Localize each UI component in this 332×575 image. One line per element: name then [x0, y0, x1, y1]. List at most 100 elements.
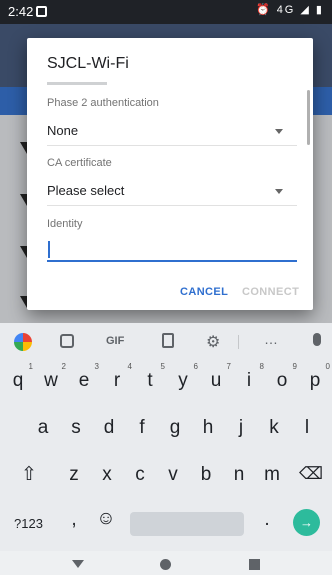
mic-icon[interactable]	[313, 333, 321, 346]
key-d[interactable]: d	[94, 417, 124, 439]
gif-icon[interactable]: GIF	[106, 335, 124, 347]
phase2-dropdown-icon[interactable]	[275, 129, 283, 134]
key-label: w	[44, 370, 58, 391]
key-t[interactable]: t5	[135, 362, 165, 392]
space-key[interactable]	[130, 512, 244, 536]
key-label: d	[103, 417, 115, 438]
navigation-bar	[0, 551, 332, 575]
recents-icon[interactable]	[249, 559, 260, 570]
key-m[interactable]: m	[257, 464, 287, 486]
key-k[interactable]: k	[259, 417, 289, 439]
key-label: n	[233, 464, 245, 485]
sticker-icon[interactable]	[60, 334, 74, 348]
notification-icon	[36, 6, 47, 17]
key-z[interactable]: z	[59, 464, 89, 486]
key-a[interactable]: a	[28, 417, 58, 439]
cancel-button[interactable]: CANCEL	[180, 286, 228, 298]
keyboard: GIF ⚙ … ⇧ ⌫ ?123 , ☺ . → q1w2e3r4t5y6u7i…	[0, 323, 332, 551]
wifi-config-dialog: SJCL-Wi-Fi Phase 2 authentication None C…	[27, 38, 313, 310]
key-w[interactable]: w2	[36, 362, 66, 392]
key-label: o	[276, 370, 288, 391]
ca-cert-select[interactable]: Please select	[47, 183, 124, 198]
key-label: h	[202, 417, 214, 438]
key-q[interactable]: q1	[3, 362, 33, 392]
status-icons: ⏰ 4G ◢ ▮	[255, 4, 324, 16]
connect-button[interactable]: CONNECT	[242, 286, 299, 298]
key-hint-number: 9	[292, 362, 297, 371]
clipboard-icon[interactable]	[162, 333, 174, 348]
status-time: 2:42	[8, 4, 34, 19]
key-hint-number: 6	[193, 362, 198, 371]
backspace-key[interactable]: ⌫	[296, 464, 326, 484]
key-l[interactable]: l	[292, 417, 322, 439]
back-icon[interactable]	[72, 560, 84, 568]
key-label: f	[139, 417, 145, 438]
key-label: z	[69, 464, 79, 485]
key-label: y	[178, 370, 188, 391]
key-label: u	[210, 370, 222, 391]
key-hint-number: 2	[61, 362, 66, 371]
key-label: v	[168, 464, 178, 485]
ca-cert-dropdown-icon[interactable]	[275, 189, 283, 194]
key-hint-number: 1	[28, 362, 33, 371]
phase2-select[interactable]: None	[47, 123, 78, 138]
key-y[interactable]: y6	[168, 362, 198, 392]
identity-input[interactable]	[47, 240, 297, 260]
key-g[interactable]: g	[160, 417, 190, 439]
phase2-label: Phase 2 authentication	[47, 97, 159, 109]
key-label: r	[113, 370, 121, 391]
symbols-key[interactable]: ?123	[14, 516, 43, 531]
key-n[interactable]: n	[224, 464, 254, 486]
identity-underline	[47, 260, 297, 262]
ca-cert-label: CA certificate	[47, 157, 112, 169]
identity-label: Identity	[47, 218, 83, 230]
more-icon[interactable]: …	[264, 331, 278, 347]
key-label: s	[71, 417, 81, 438]
key-label: a	[37, 417, 49, 438]
key-label: e	[78, 370, 90, 391]
key-hint-number: 3	[94, 362, 99, 371]
key-hint-number: 8	[259, 362, 264, 371]
text-cursor	[48, 241, 50, 258]
key-j[interactable]: j	[226, 417, 256, 439]
shift-key[interactable]: ⇧	[14, 463, 44, 486]
key-label: i	[246, 370, 252, 391]
emoji-key[interactable]: ☺	[91, 508, 121, 530]
key-b[interactable]: b	[191, 464, 221, 486]
key-label: t	[147, 370, 153, 391]
settings-icon[interactable]: ⚙	[206, 332, 220, 352]
key-r[interactable]: r4	[102, 362, 132, 392]
dialog-scrollbar[interactable]	[307, 90, 310, 145]
key-label: m	[264, 464, 280, 485]
key-o[interactable]: o9	[267, 362, 297, 392]
key-label: k	[269, 417, 279, 438]
key-x[interactable]: x	[92, 464, 122, 486]
key-label: c	[135, 464, 145, 485]
key-label: g	[169, 417, 181, 438]
key-label: b	[200, 464, 212, 485]
enter-key[interactable]: →	[293, 509, 320, 536]
key-h[interactable]: h	[193, 417, 223, 439]
key-hint-number: 7	[226, 362, 231, 371]
key-hint-number: 0	[325, 362, 330, 371]
key-u[interactable]: u7	[201, 362, 231, 392]
divider	[238, 335, 239, 349]
key-hint-number: 5	[160, 362, 165, 371]
key-label: p	[309, 370, 321, 391]
divider	[47, 205, 297, 206]
scrolled-content-hint	[47, 82, 107, 85]
key-label: q	[12, 370, 24, 391]
period-key[interactable]: .	[252, 509, 282, 531]
google-icon[interactable]	[14, 333, 32, 351]
key-i[interactable]: i8	[234, 362, 264, 392]
key-v[interactable]: v	[158, 464, 188, 486]
comma-key[interactable]: ,	[59, 509, 89, 531]
divider	[47, 145, 297, 146]
key-f[interactable]: f	[127, 417, 157, 439]
key-e[interactable]: e3	[69, 362, 99, 392]
key-c[interactable]: c	[125, 464, 155, 486]
key-label: l	[304, 417, 310, 438]
home-icon[interactable]	[160, 559, 171, 570]
key-p[interactable]: p0	[300, 362, 330, 392]
key-s[interactable]: s	[61, 417, 91, 439]
